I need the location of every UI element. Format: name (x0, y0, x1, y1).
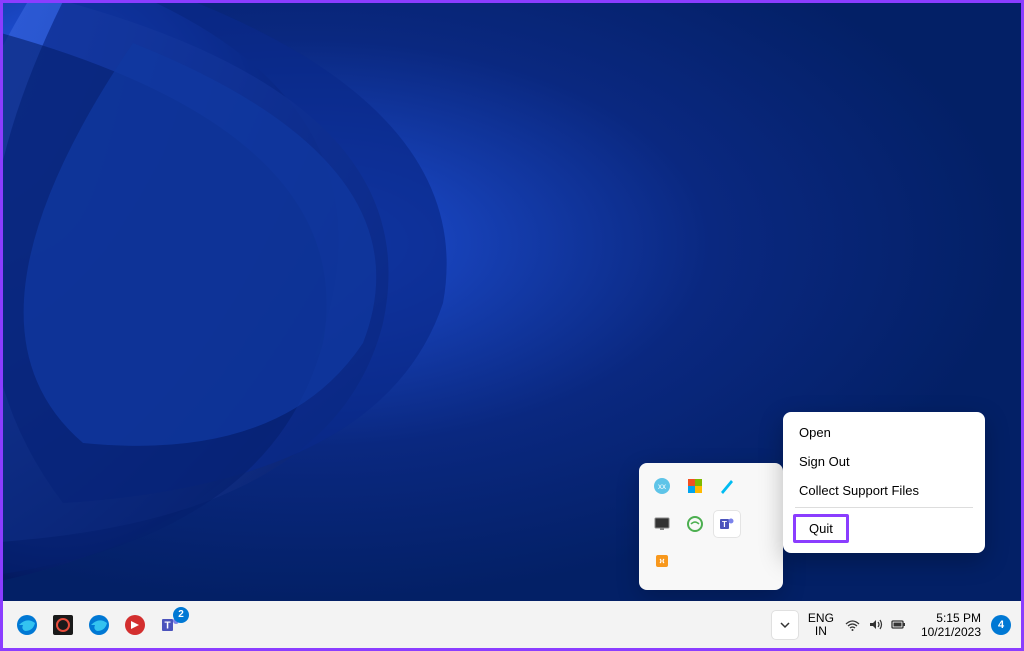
clock-date[interactable]: 5:15 PM 10/21/2023 (921, 611, 981, 639)
taskbar-edge-icon-2[interactable] (85, 611, 113, 639)
svg-text:T: T (164, 620, 170, 631)
menu-item-quit-highlighted[interactable]: Quit (793, 514, 849, 543)
notification-badge[interactable]: 4 (991, 615, 1011, 635)
tray-empty (747, 511, 773, 537)
teams-badge: 2 (173, 607, 189, 623)
menu-item-sign-out[interactable]: Sign Out (783, 447, 985, 476)
tray-teams-icon[interactable]: T (714, 511, 740, 537)
volume-icon[interactable] (867, 616, 884, 633)
menu-item-open[interactable]: Open (783, 418, 985, 447)
show-hidden-icons-button[interactable] (772, 611, 798, 639)
chevron-down-icon (779, 619, 791, 631)
taskbar-teams-icon[interactable]: T 2 (157, 611, 185, 639)
tray-display-icon[interactable] (649, 511, 675, 537)
svg-text:T: T (722, 520, 727, 529)
tray-app-icon[interactable]: xx (649, 473, 675, 499)
taskbar-app-icon[interactable] (49, 611, 77, 639)
wifi-icon[interactable] (844, 616, 861, 633)
taskbar-app-icon-3[interactable] (121, 611, 149, 639)
svg-text:xx: xx (658, 482, 666, 491)
tray-java-icon[interactable] (649, 548, 675, 574)
teams-context-menu: Open Sign Out Collect Support Files Quit (783, 412, 985, 553)
tray-browser-icon[interactable] (682, 511, 708, 537)
taskbar-edge-icon[interactable] (13, 611, 41, 639)
tray-security-icon[interactable] (682, 473, 708, 499)
language-indicator[interactable]: ENG IN (808, 612, 834, 638)
taskbar: T 2 ENG IN 5:15 PM 10/21/2023 4 (3, 601, 1021, 648)
menu-separator (795, 507, 973, 508)
battery-icon[interactable] (890, 616, 907, 633)
menu-item-collect-support[interactable]: Collect Support Files (783, 476, 985, 505)
system-tray-flyout: xx T (639, 463, 783, 590)
tray-empty (747, 473, 773, 499)
tray-pen-icon[interactable] (714, 473, 740, 499)
